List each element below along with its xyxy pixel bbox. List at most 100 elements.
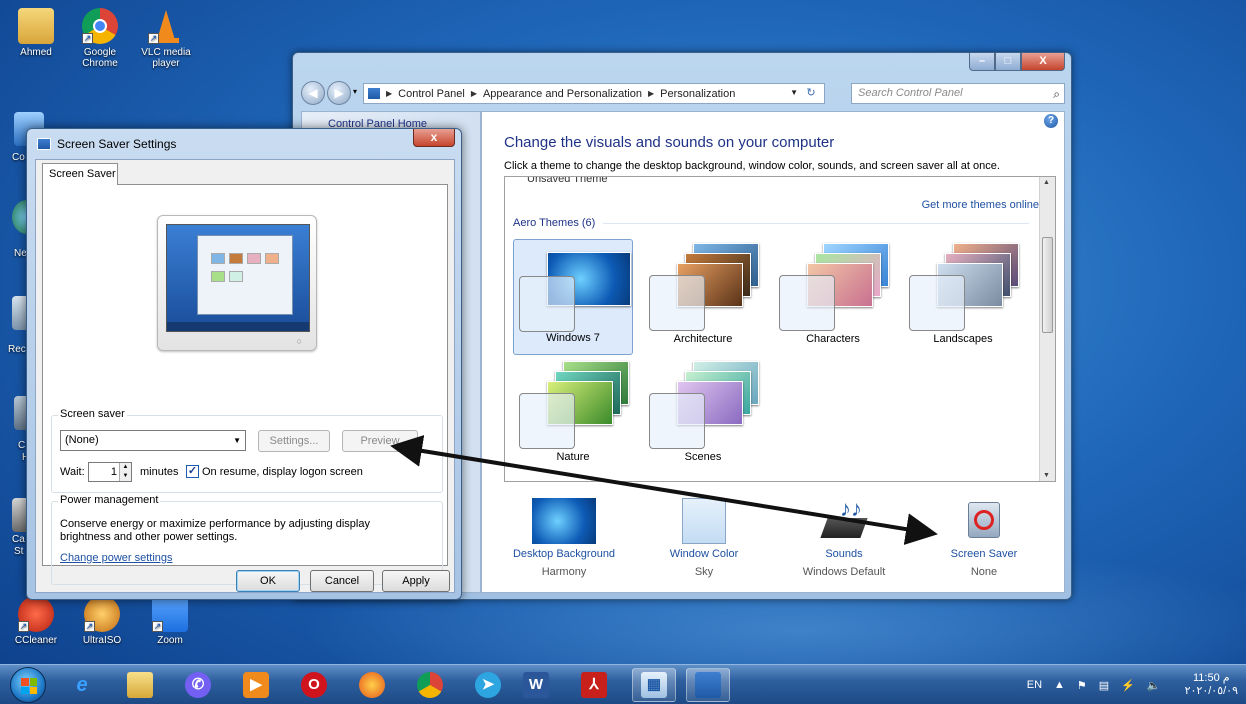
- desktop-background-item[interactable]: Desktop Background Harmony: [504, 498, 624, 578]
- theme-thumbnail: [517, 244, 631, 332]
- preview-button[interactable]: Preview: [342, 430, 418, 452]
- network-icon[interactable]: ▤: [1099, 679, 1109, 692]
- word-taskbar[interactable]: W: [514, 668, 558, 702]
- show-hidden-icons-icon[interactable]: ▲: [1054, 679, 1065, 691]
- settings-button[interactable]: Settings...: [258, 430, 330, 452]
- acrobat-icon: ⅄: [581, 672, 607, 698]
- theme-components: Desktop Background Harmony Window Color …: [504, 498, 1056, 588]
- language-indicator[interactable]: EN: [1027, 679, 1042, 691]
- power-icon[interactable]: ⚡: [1121, 679, 1135, 692]
- desktop-icon-label: Ca: [12, 534, 25, 545]
- chrome-icon: [417, 672, 443, 698]
- recent-pages-chevron-icon[interactable]: ▾: [353, 87, 357, 96]
- desktop-icon-label: CCleaner: [14, 635, 58, 646]
- desktop-icon-vlc[interactable]: ↗ VLC media player: [136, 8, 196, 69]
- preview-screen: [166, 224, 310, 332]
- opera-taskbar[interactable]: O: [292, 668, 336, 702]
- folder-icon: [18, 8, 54, 44]
- desktop-background-link[interactable]: Desktop Background: [504, 548, 624, 560]
- wait-minutes-stepper[interactable]: 1 ▲ ▼: [88, 462, 132, 482]
- sounds-link[interactable]: Sounds: [784, 548, 904, 560]
- breadcrumb[interactable]: ▶ Control Panel ▶ Appearance and Persona…: [363, 83, 825, 104]
- breadcrumb-appearance[interactable]: Appearance and Personalization: [483, 88, 642, 100]
- resume-logon-label[interactable]: On resume, display logon screen: [202, 466, 363, 478]
- screen-saver-select[interactable]: (None) ▼: [60, 430, 246, 451]
- breadcrumb-control-panel[interactable]: Control Panel: [398, 88, 465, 100]
- desktop-icon-label: Ne: [14, 248, 27, 259]
- sounds-item[interactable]: ♪♪ Sounds Windows Default: [784, 498, 904, 579]
- windows-logo-icon: [21, 678, 37, 694]
- change-power-settings-link[interactable]: Change power settings: [60, 552, 173, 564]
- close-button[interactable]: x: [413, 129, 455, 147]
- chrome-taskbar[interactable]: [408, 668, 452, 702]
- back-arrow-icon[interactable]: ◀: [301, 81, 325, 105]
- start-button[interactable]: [10, 667, 46, 703]
- scroll-thumb[interactable]: [1042, 237, 1053, 333]
- theme-landscapes[interactable]: Landscapes: [903, 239, 1023, 355]
- explorer-taskbar[interactable]: [118, 668, 162, 702]
- close-button[interactable]: X: [1021, 53, 1065, 71]
- theme-nature[interactable]: Nature: [513, 357, 633, 473]
- scroll-down-arrow-icon[interactable]: ▼: [1043, 472, 1050, 479]
- desktop-icon-label: Co: [12, 152, 25, 163]
- theme-windows-7[interactable]: Windows 7: [513, 239, 633, 355]
- desktop-icon-chrome[interactable]: ↗ Google Chrome: [70, 8, 130, 69]
- minutes-label: minutes: [140, 466, 179, 478]
- screen-saver-link[interactable]: Screen Saver: [924, 548, 1044, 560]
- volume-icon[interactable]: 🔈: [1147, 679, 1161, 692]
- screen-saver-taskbar[interactable]: [686, 668, 730, 702]
- tab-panel: ○ Screen saver (None) ▼ Settings... Prev…: [42, 184, 448, 585]
- breadcrumb-personalization[interactable]: Personalization: [660, 88, 735, 100]
- desktop-icon-label: St: [14, 546, 24, 557]
- theme-scenes[interactable]: Scenes: [643, 357, 763, 473]
- power-icon: ○: [296, 336, 302, 346]
- firefox-taskbar[interactable]: [350, 668, 394, 702]
- chrome-icon: ↗: [82, 8, 118, 44]
- unsaved-theme-label: Unsaved Theme: [527, 176, 608, 185]
- folder-icon: [127, 672, 153, 698]
- internet-explorer-taskbar[interactable]: e: [60, 668, 104, 702]
- control-panel-taskbar[interactable]: ▦: [632, 668, 676, 702]
- acrobat-taskbar[interactable]: ⅄: [572, 668, 616, 702]
- apply-button[interactable]: Apply: [382, 570, 450, 592]
- wait-label: Wait:: [60, 466, 85, 478]
- get-more-themes-link[interactable]: Get more themes online: [922, 199, 1039, 211]
- desktop-icon-user-folder[interactable]: Ahmed: [6, 8, 66, 58]
- desktop-icon-zoom[interactable]: ↗ Zoom: [140, 596, 200, 646]
- action-center-flag-icon[interactable]: ⚑: [1077, 679, 1087, 692]
- cancel-button[interactable]: Cancel: [310, 570, 374, 592]
- clock[interactable]: 11:50 م ٢٠٢٠/٠٥/٠٩: [1173, 672, 1238, 698]
- minimize-button[interactable]: –: [969, 53, 995, 71]
- firefox-icon: [359, 672, 385, 698]
- desktop-icon-label: C: [18, 440, 26, 451]
- media-player-taskbar[interactable]: ▶: [234, 668, 278, 702]
- search-icon[interactable]: ⌕: [1053, 85, 1060, 104]
- desktop-icon-ultraiso[interactable]: ↗ UltraISO: [72, 596, 132, 646]
- resume-logon-checkbox[interactable]: ✓: [186, 465, 199, 478]
- forward-arrow-icon[interactable]: ▶: [327, 81, 351, 105]
- search-input[interactable]: Search Control Panel ⌕: [851, 83, 1065, 104]
- telegram-taskbar[interactable]: ➤: [466, 668, 510, 702]
- group-label: Screen saver: [58, 408, 127, 420]
- screen-saver-settings-dialog: Screen Saver Settings x Screen Saver ○ S…: [26, 128, 462, 600]
- theme-architecture[interactable]: Architecture: [643, 239, 763, 355]
- scroll-up-arrow-icon[interactable]: ▲: [1043, 179, 1050, 186]
- screen-saver-item[interactable]: Screen Saver None: [924, 498, 1044, 578]
- page-title: Change the visuals and sounds on your co…: [504, 134, 835, 151]
- ok-button[interactable]: OK: [236, 570, 300, 592]
- maximize-button[interactable]: □: [995, 53, 1021, 71]
- viber-taskbar[interactable]: ✆: [176, 668, 220, 702]
- help-icon[interactable]: ?: [1044, 114, 1058, 128]
- stepper-arrows-icon[interactable]: ▲ ▼: [119, 463, 131, 481]
- control-panel-icon: ▦: [641, 672, 667, 698]
- refresh-icon[interactable]: ↻: [801, 86, 821, 99]
- desktop-icon-ccleaner[interactable]: ↗ CCleaner: [6, 596, 66, 646]
- screen-saver-group: Screen saver (None) ▼ Settings... Previe…: [51, 408, 443, 493]
- theme-list-scrollbar[interactable]: ▲ ▼: [1039, 177, 1055, 481]
- telegram-icon: ➤: [475, 672, 501, 698]
- address-dropdown-icon[interactable]: ▼: [790, 88, 798, 97]
- window-color-link[interactable]: Window Color: [644, 548, 764, 560]
- window-color-item[interactable]: Window Color Sky: [644, 498, 764, 578]
- tab-screen-saver[interactable]: Screen Saver: [42, 163, 118, 185]
- theme-characters[interactable]: Characters: [773, 239, 893, 355]
